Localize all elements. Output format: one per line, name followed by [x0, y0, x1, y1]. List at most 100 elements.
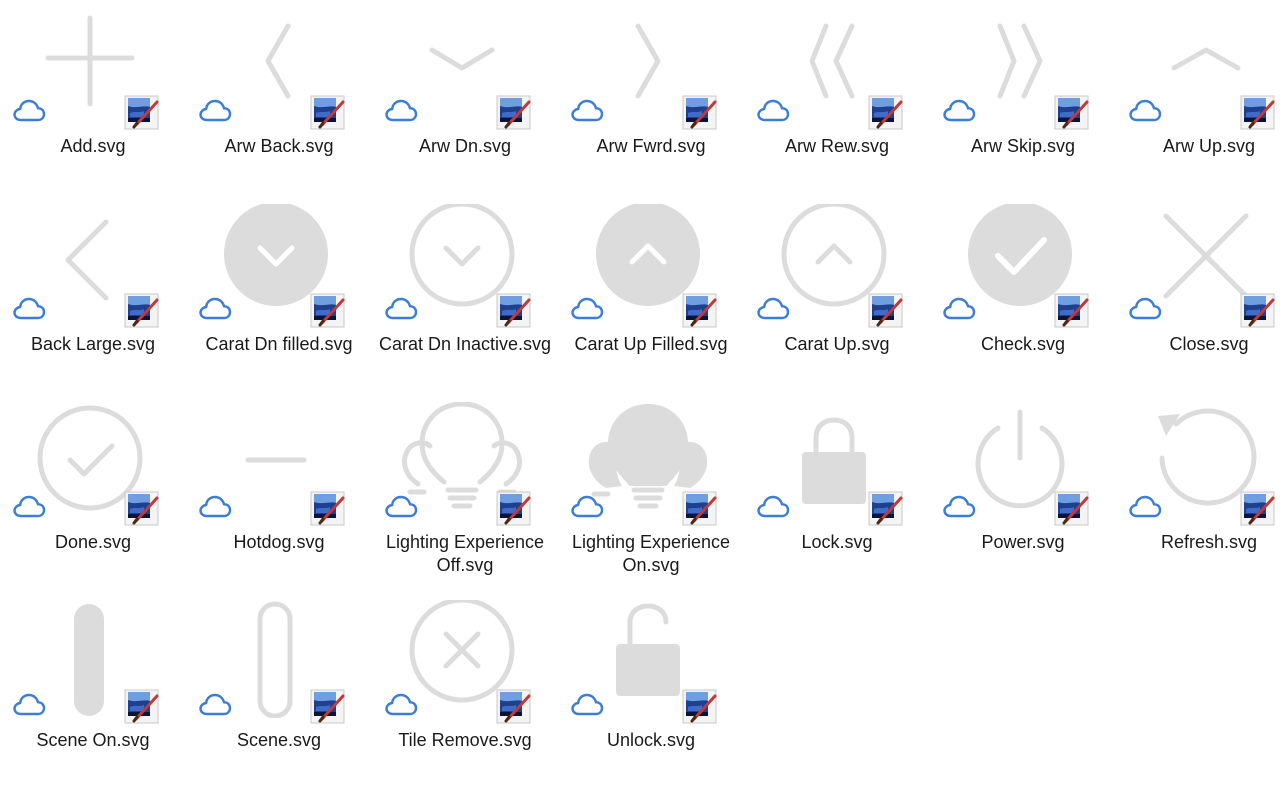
cloud-icon [756, 99, 790, 123]
paint-app-icon [496, 689, 531, 724]
cloud-icon [1128, 495, 1162, 519]
cloud-icon [12, 297, 46, 321]
file-item[interactable]: Check.svg [930, 198, 1116, 398]
file-name: Carat Up Filled.svg [574, 334, 728, 354]
cloud-icon [198, 297, 232, 321]
cloud-icon [756, 297, 790, 321]
file-icon-grid: Add.svg Arw Back.svg Arw Dn.svg Arw Fwrd.sv… [0, 0, 1286, 808]
file-item[interactable]: Done.svg [0, 396, 186, 596]
cloud-icon [384, 99, 418, 123]
cloud-icon [1128, 99, 1162, 123]
file-name: Arw Rew.svg [784, 136, 890, 156]
file-item[interactable]: Arw Skip.svg [930, 0, 1116, 200]
paint-app-icon [496, 95, 531, 130]
paint-app-icon [496, 293, 531, 328]
file-item[interactable]: Add.svg [0, 0, 186, 200]
file-item[interactable]: Arw Dn.svg [372, 0, 558, 200]
file-name: Arw Back.svg [224, 136, 334, 156]
cloud-icon [12, 99, 46, 123]
file-item[interactable]: Lock.svg [744, 396, 930, 596]
paint-app-icon [124, 689, 159, 724]
file-name: Scene On.svg [36, 730, 150, 750]
cloud-icon [570, 693, 604, 717]
paint-app-icon [124, 95, 159, 130]
cloud-icon [12, 693, 46, 717]
paint-app-icon [682, 491, 717, 526]
file-item[interactable]: Arw Back.svg [186, 0, 372, 200]
file-name: Power.svg [981, 532, 1065, 552]
file-name: Tile Remove.svg [398, 730, 532, 750]
paint-app-icon [310, 491, 345, 526]
file-name: Lock.svg [801, 532, 873, 552]
cloud-icon [198, 693, 232, 717]
file-name: Arw Dn.svg [418, 136, 512, 156]
cloud-icon [942, 99, 976, 123]
paint-app-icon [1240, 491, 1275, 526]
file-name: Hotdog.svg [233, 532, 325, 552]
file-item[interactable]: Power.svg [930, 396, 1116, 596]
file-item[interactable]: Carat Dn filled.svg [186, 198, 372, 398]
paint-app-icon [1240, 293, 1275, 328]
file-name: Lighting Experience On.svg [571, 532, 731, 575]
paint-app-icon [868, 95, 903, 130]
cloud-icon [384, 297, 418, 321]
file-name: Refresh.svg [1160, 532, 1258, 552]
file-name: Scene.svg [236, 730, 322, 750]
cloud-icon [384, 495, 418, 519]
file-item[interactable]: Hotdog.svg [186, 396, 372, 596]
file-name: Add.svg [60, 136, 126, 156]
file-item[interactable]: Carat Up Filled.svg [558, 198, 744, 398]
file-item[interactable]: Scene On.svg [0, 594, 186, 794]
file-name: Close.svg [1169, 334, 1249, 354]
paint-app-icon [1054, 491, 1089, 526]
file-item[interactable]: Back Large.svg [0, 198, 186, 398]
cloud-icon [384, 693, 418, 717]
file-name: Arw Fwrd.svg [596, 136, 706, 156]
file-item[interactable]: Refresh.svg [1116, 396, 1286, 596]
paint-app-icon [682, 95, 717, 130]
cloud-icon [198, 495, 232, 519]
file-item[interactable]: Carat Up.svg [744, 198, 930, 398]
cloud-icon [570, 297, 604, 321]
cloud-icon [570, 99, 604, 123]
paint-app-icon [868, 293, 903, 328]
paint-app-icon [682, 689, 717, 724]
file-name: Lighting Experience Off.svg [385, 532, 545, 575]
cloud-icon [198, 99, 232, 123]
cloud-icon [570, 495, 604, 519]
paint-app-icon [124, 491, 159, 526]
paint-app-icon [310, 293, 345, 328]
paint-app-icon [1240, 95, 1275, 130]
paint-app-icon [1054, 95, 1089, 130]
file-item[interactable]: Lighting Experience Off.svg [372, 396, 558, 596]
cloud-icon [1128, 297, 1162, 321]
file-item[interactable]: Tile Remove.svg [372, 594, 558, 794]
cloud-icon [12, 495, 46, 519]
file-name: Arw Up.svg [1162, 136, 1256, 156]
cloud-icon [942, 297, 976, 321]
file-name: Unlock.svg [606, 730, 696, 750]
paint-app-icon [1054, 293, 1089, 328]
file-item[interactable]: Arw Rew.svg [744, 0, 930, 200]
paint-app-icon [310, 95, 345, 130]
paint-app-icon [310, 689, 345, 724]
file-item[interactable]: Lighting Experience On.svg [558, 396, 744, 596]
file-name: Carat Up.svg [784, 334, 890, 354]
file-item[interactable]: Close.svg [1116, 198, 1286, 398]
file-item[interactable]: Carat Dn Inactive.svg [372, 198, 558, 398]
file-item[interactable]: Unlock.svg [558, 594, 744, 794]
cloud-icon [756, 495, 790, 519]
file-name: Carat Dn Inactive.svg [378, 334, 552, 354]
file-name: Back Large.svg [30, 334, 156, 354]
file-item[interactable]: Arw Fwrd.svg [558, 0, 744, 200]
file-name: Carat Dn filled.svg [205, 334, 353, 354]
paint-app-icon [496, 491, 531, 526]
file-item[interactable]: Arw Up.svg [1116, 0, 1286, 200]
file-name: Check.svg [980, 334, 1066, 354]
file-item[interactable]: Scene.svg [186, 594, 372, 794]
file-name: Done.svg [54, 532, 132, 552]
cloud-icon [942, 495, 976, 519]
paint-app-icon [124, 293, 159, 328]
file-name: Arw Skip.svg [970, 136, 1076, 156]
paint-app-icon [682, 293, 717, 328]
